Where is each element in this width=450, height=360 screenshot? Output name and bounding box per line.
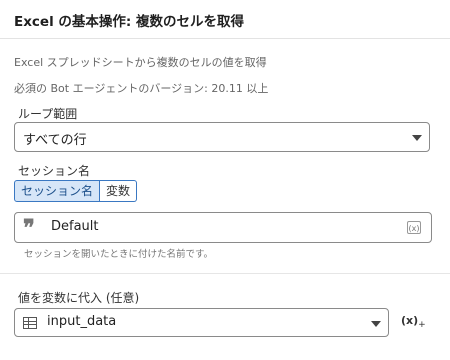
session-label: セッション名 bbox=[18, 164, 91, 178]
loop-range-select[interactable]: すべての行 bbox=[14, 122, 430, 152]
version-requirement-text: 必須の Bot エージェントのバージョン: 20.11 以上 bbox=[14, 82, 269, 95]
table-icon bbox=[23, 317, 37, 329]
assign-variable-select[interactable]: input_data bbox=[14, 308, 389, 337]
add-variable-icon[interactable]: (x)+ bbox=[401, 314, 426, 330]
quote-icon: ❞ bbox=[23, 215, 35, 241]
assign-variable-label: 値を変数に代入 (任意) bbox=[18, 291, 140, 305]
loop-range-value: すべての行 bbox=[23, 133, 87, 148]
session-mode-toggle: セッション名 変数 bbox=[14, 180, 138, 202]
add-variable-icon-label: (x) bbox=[401, 314, 419, 327]
session-name-toggle-option[interactable]: セッション名 bbox=[14, 180, 101, 202]
session-name-value: Default bbox=[51, 219, 99, 234]
chevron-down-icon bbox=[412, 135, 422, 141]
session-name-input[interactable]: ❞ Default (x) bbox=[14, 212, 432, 243]
variable-icon[interactable]: (x) bbox=[407, 221, 421, 234]
assign-variable-value: input_data bbox=[47, 314, 117, 329]
variable-toggle-option[interactable]: 変数 bbox=[100, 180, 138, 202]
section-divider bbox=[0, 273, 450, 274]
add-variable-plus: + bbox=[418, 320, 426, 331]
session-hint-text: セッションを開いたときに付けた名前です。 bbox=[24, 249, 214, 260]
chevron-down-icon bbox=[371, 321, 381, 327]
header-divider bbox=[0, 38, 450, 39]
panel-title: Excel の基本操作: 複数のセルを取得 bbox=[14, 14, 245, 30]
description-text: Excel スプレッドシートから複数のセルの値を取得 bbox=[14, 56, 267, 69]
loop-range-label: ループ範囲 bbox=[18, 107, 78, 121]
